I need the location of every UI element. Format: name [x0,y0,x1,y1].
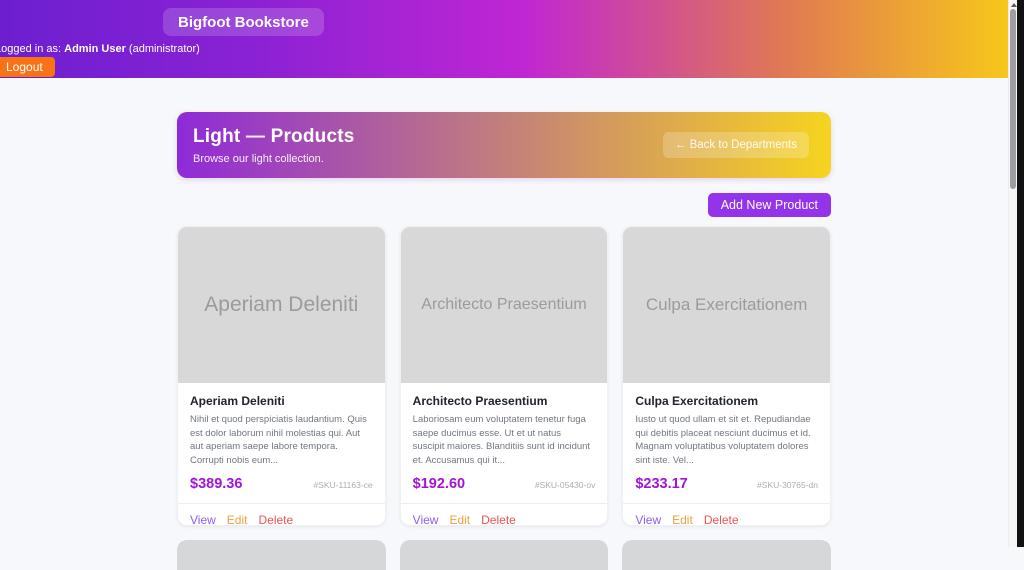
next-product-row-clipped [177,540,831,570]
product-description: Laboriosam eum voluptatem tenetur fuga s… [413,413,596,467]
product-image-placeholder [177,540,386,570]
edit-link[interactable]: Edit [672,513,693,526]
product-image-placeholder [622,540,831,570]
product-sku: #SKU-05430-ov [535,480,595,490]
product-actions: View Edit Delete [401,503,608,526]
delete-link[interactable]: Delete [704,513,739,526]
app-header: Bigfoot Bookstore Logged in as: Admin Us… [0,0,1008,78]
product-actions: View Edit Delete [623,503,830,526]
back-to-departments-button[interactable]: ← Back to Departments [663,132,809,158]
login-prefix: Logged in as: [0,43,64,55]
product-image-placeholder: Aperiam Deleniti [178,227,385,383]
product-title: Culpa Exercitationem [635,394,818,408]
scrollbar-up-arrow-icon[interactable] [1011,3,1017,7]
brand-label: Bigfoot Bookstore [178,14,309,31]
product-price: $192.60 [413,476,465,492]
product-actions: View Edit Delete [178,503,385,526]
product-image-text: Architecto Praesentium [421,296,586,314]
view-link[interactable]: View [413,513,439,526]
product-image-placeholder: Culpa Exercitationem [623,227,830,383]
product-sku: #SKU-30765-dn [757,480,818,490]
product-card: Aperiam Deleniti Aperiam Deleniti Nihil … [177,226,386,526]
view-link[interactable]: View [190,513,216,526]
product-sku: #SKU-11163-ce [313,480,372,490]
product-description: Iusto ut quod ullam et sit et. Repudiand… [635,413,818,467]
product-card: Architecto Praesentium Architecto Praese… [400,226,609,526]
login-status: Logged in as: Admin User (administrator) [0,43,200,55]
delete-link[interactable]: Delete [481,513,516,526]
logout-button[interactable]: Logout [0,57,55,77]
view-link[interactable]: View [635,513,661,526]
product-card: Culpa Exercitationem Culpa Exercitatione… [622,226,831,526]
product-image-text: Culpa Exercitationem [646,295,808,315]
product-image-placeholder: Architecto Praesentium [401,227,608,383]
scrollbar-thumb[interactable] [1010,9,1016,189]
delete-link[interactable]: Delete [258,513,293,526]
product-grid: Aperiam Deleniti Aperiam Deleniti Nihil … [177,226,831,526]
product-image-text: Aperiam Deleniti [204,293,358,317]
page-content: Light — Products Browse our light collec… [0,112,1008,570]
product-price: $389.36 [190,476,242,492]
product-title: Architecto Praesentium [413,394,596,408]
scrollbar-track[interactable] [1008,0,1017,547]
brand-button[interactable]: Bigfoot Bookstore [163,8,324,36]
department-banner: Light — Products Browse our light collec… [177,112,831,178]
edit-link[interactable]: Edit [449,513,470,526]
toolbar: Add New Product [177,193,831,217]
login-role: (administrator) [126,43,200,55]
add-new-product-button[interactable]: Add New Product [708,193,831,217]
product-title: Aperiam Deleniti [190,394,373,408]
login-username: Admin User [64,43,126,55]
product-description: Nihil et quod perspiciatis laudantium. Q… [190,413,373,467]
edit-link[interactable]: Edit [227,513,248,526]
product-price: $233.17 [635,476,687,492]
product-image-placeholder [400,540,609,570]
window-edge-strip [1017,0,1024,547]
